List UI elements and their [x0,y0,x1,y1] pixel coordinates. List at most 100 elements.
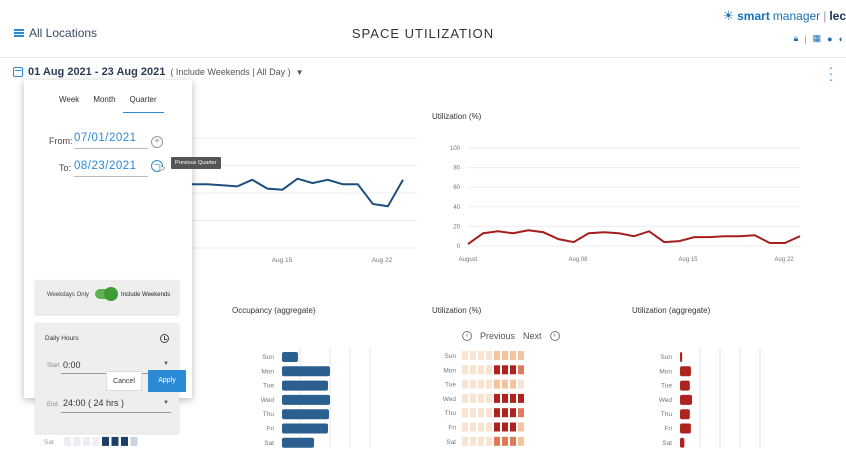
heatmap-cell [518,379,524,389]
utilization-bar [680,380,690,391]
more-options-icon[interactable]: · · · [828,60,834,86]
heatmap-cell [470,351,476,360]
heatmap-cell [111,436,119,446]
chevron-down-icon: ▼ [163,361,169,367]
heatmap-cell [502,351,508,360]
heatmap-cell [518,393,524,403]
heatmap-cell [494,422,500,432]
divider: | [804,33,807,44]
row-label: Mon [261,368,274,375]
occupancy-bar [282,352,298,362]
x-tick-label: Aug 22 [774,257,794,263]
utilization-aggregate-title: Utilization (aggregate) [632,306,711,315]
y-tick-label: 40 [453,205,460,211]
heatmap-cell [494,379,500,389]
y-tick-label: 0 [457,244,461,250]
row-label: Tue [445,382,456,389]
date-range-suffix: ( Include Weekends | All Day ) [170,67,291,77]
lock-icon[interactable]: 🔒︎ [793,33,798,44]
utilization-bar [680,423,691,434]
tab-quarter[interactable]: Quarter [122,95,164,113]
row-label: Sat [264,440,274,447]
heatmap-cell [478,365,484,375]
tab-week[interactable]: Week [52,95,86,113]
end-underline [61,412,171,413]
heatmap-cell [518,365,524,375]
clock-icon [160,334,169,343]
end-time-select[interactable]: 24:00 ( 24 hrs ) [63,398,124,408]
occupancy-bar [282,366,330,377]
heatmap-cell [462,365,468,375]
to-date-input[interactable]: 08/23/2021 [74,160,148,177]
occupancy-bar [282,409,329,420]
heatmap-cell [502,436,508,446]
user-icon[interactable]: ● [827,34,832,44]
heatmap-cell [510,393,516,403]
heatmap-cell [502,422,508,432]
chevron-down-icon: ▼ [163,400,169,406]
brand-logo: ☀ smart manager | lec [722,8,846,23]
from-date-input[interactable]: 07/01/2021 [74,132,148,149]
cursor-icon: ➤ [158,163,166,173]
y-tick-label: 100 [450,146,461,152]
cancel-button[interactable]: Cancel [106,371,142,391]
row-label: Sat [44,439,54,446]
heatmap-cell [478,422,484,432]
y-tick-label: 20 [453,224,460,230]
heatmap-cell [470,365,476,375]
utilization-heatmap-title: Utilization (%) [432,306,482,315]
row-label: Mon [443,367,456,374]
from-label: From: [49,136,73,146]
occupancy-bar [282,380,328,391]
heatmap-cell [494,436,500,446]
row-label: Sat [446,439,456,446]
heatmap-cell [494,408,500,418]
heatmap-cell [486,393,492,403]
heatmap-cell [518,436,524,446]
occupancy-series-line [192,177,404,208]
heatmap-cell [462,422,468,432]
daily-hours-title: Daily Hours [45,335,79,342]
row-label: Sun [444,353,456,360]
y-tick-label: 60 [453,185,460,191]
include-weekends-toggle[interactable] [95,287,118,301]
heatmap-cell [478,379,484,389]
end-label: End [47,402,58,408]
settings-icon[interactable]: ◐ [839,34,844,44]
heatmap-cell [510,422,516,432]
heatmap-cell [462,436,468,446]
heatmap-cell [478,436,484,446]
heatmap-cell [502,408,508,418]
heatmap-cell [510,436,516,446]
heatmap-cell [486,422,492,432]
apply-button[interactable]: Apply [148,370,186,392]
date-range-selector[interactable]: 01 Aug 2021 - 23 Aug 2021 ( Include Week… [13,66,304,78]
header-icons: 🔒︎ | ▦ ● ◐ [793,33,844,44]
row-label: Wed [261,397,275,404]
heatmap-cell [502,393,508,403]
x-tick-label: August [459,257,478,263]
heatmap-cell [494,393,500,403]
row-label: Fri [664,426,672,433]
heatmap-cell [502,365,508,375]
utilization-bar [680,409,690,420]
date-picker-popup: Week Month Quarter From: 07/01/2021 + To… [24,80,192,433]
row-label: Wed [659,397,673,404]
row-label: Sun [660,354,672,361]
utilization-chart-title: Utilization (%) [432,112,482,121]
add-icon[interactable]: + [151,136,163,148]
include-weekends-label: Include Weekends [121,292,171,298]
heatmap-cell [518,351,524,360]
grid-icon[interactable]: ▦ [813,33,822,44]
start-time-select[interactable]: 0:00 [63,360,81,370]
date-range-text: 01 Aug 2021 - 23 Aug 2021 [28,66,166,78]
utilization-bar [680,352,683,362]
tab-month[interactable]: Month [86,95,122,113]
heatmap-cell [510,408,516,418]
heatmap-cell [486,408,492,418]
row-label: Tue [263,383,274,390]
heatmap-cell [470,422,476,432]
heatmap-cell [470,379,476,389]
heatmap-cell [518,408,524,418]
period-tabs: Week Month Quarter [52,95,164,113]
